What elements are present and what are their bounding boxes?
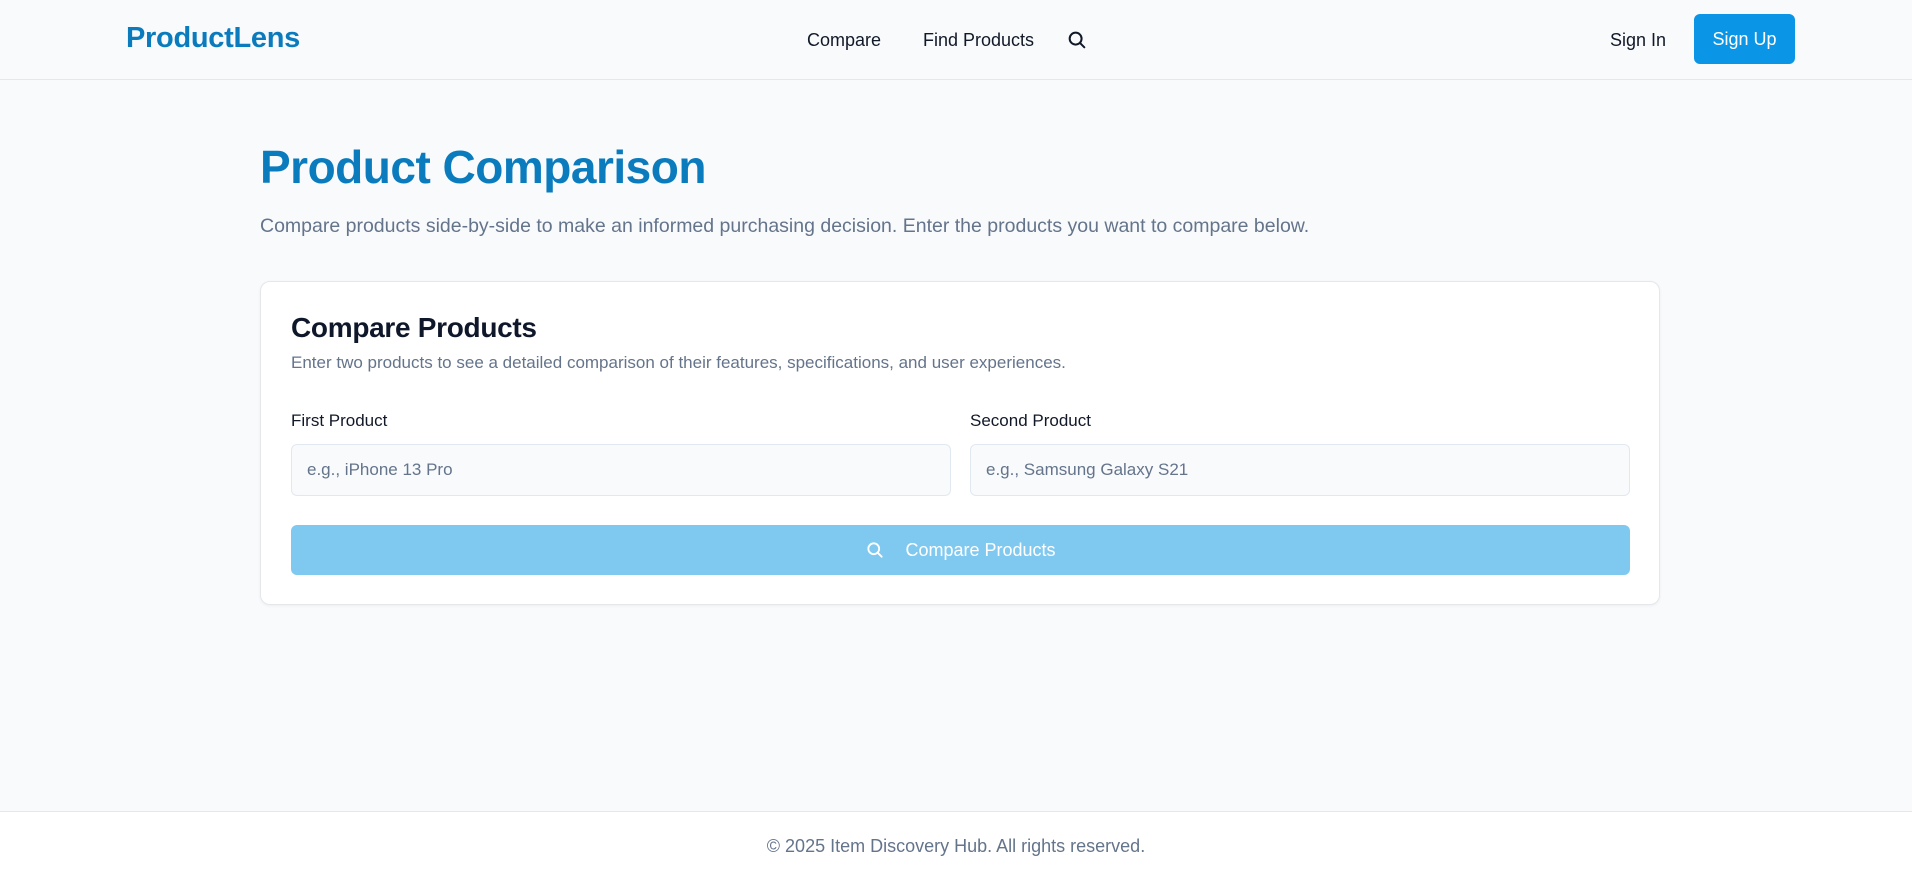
sign-up-button[interactable]: Sign Up	[1694, 14, 1795, 64]
page-title: Product Comparison	[260, 141, 706, 193]
first-product-input[interactable]	[291, 444, 951, 496]
page-subtitle: Compare products side-by-side to make an…	[260, 215, 1310, 237]
compare-products-button[interactable]: Compare Products	[291, 525, 1630, 575]
search-icon	[865, 540, 885, 560]
compare-button-label: Compare Products	[905, 539, 1056, 560]
compare-card: Compare Products Enter two products to s…	[260, 281, 1660, 605]
second-product-input[interactable]	[970, 444, 1630, 496]
footer: © 2025 Item Discovery Hub. All rights re…	[0, 811, 1912, 875]
card-subtitle: Enter two products to see a detailed com…	[291, 353, 1066, 372]
sign-in-button[interactable]: Sign In	[1610, 30, 1666, 51]
logo[interactable]: ProductLens	[126, 22, 300, 55]
copyright-text: © 2025 Item Discovery Hub. All rights re…	[766, 836, 1146, 856]
top-navbar: ProductLens Compare Find Products Sign I…	[0, 0, 1912, 80]
second-product-label: Second Product	[970, 411, 1091, 430]
nav-find-products-link[interactable]: Find Products	[923, 30, 1034, 51]
card-title: Compare Products	[291, 312, 537, 343]
first-product-label: First Product	[291, 411, 388, 430]
nav-compare-link[interactable]: Compare	[807, 30, 881, 51]
search-icon[interactable]	[1066, 29, 1088, 51]
